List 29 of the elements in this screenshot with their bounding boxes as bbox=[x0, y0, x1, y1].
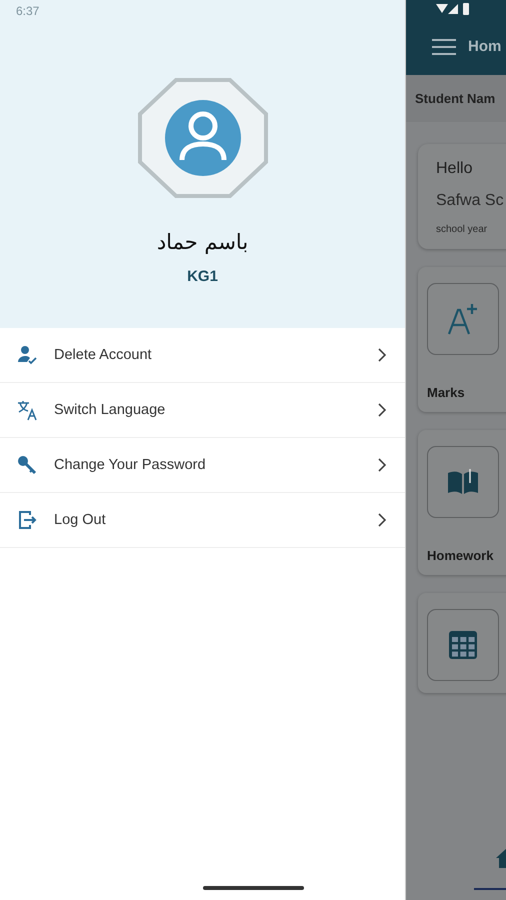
feature-card[interactable]: Marks bbox=[418, 267, 506, 412]
chevron-right-icon bbox=[377, 458, 387, 472]
chevron-right-icon bbox=[377, 348, 387, 362]
grade-label: KG1 bbox=[187, 268, 218, 285]
school-name: Safwa Sc bbox=[436, 192, 505, 210]
feature-card[interactable]: Homework bbox=[418, 430, 506, 575]
chevron-right-icon bbox=[377, 403, 387, 417]
grid-icon bbox=[446, 628, 480, 662]
menu-icon[interactable] bbox=[432, 38, 456, 54]
menu-item[interactable]: Delete Account bbox=[0, 328, 405, 383]
translate-icon bbox=[16, 399, 38, 421]
card-label: Homework bbox=[427, 548, 494, 563]
greeting-text: Hello bbox=[436, 160, 474, 178]
chevron-right-icon bbox=[377, 513, 387, 527]
logout-icon bbox=[16, 509, 38, 531]
card-label: Marks bbox=[427, 385, 466, 400]
school-year-text: school year bbox=[436, 224, 488, 235]
student-name: باسم حماد bbox=[156, 230, 248, 254]
status-icons bbox=[436, 3, 472, 15]
grade-a-plus-icon bbox=[446, 302, 480, 336]
status-time: 6:37 bbox=[16, 4, 40, 18]
toolbar-title: Hom bbox=[468, 38, 502, 55]
menu-item[interactable]: Switch Language bbox=[0, 383, 405, 438]
key-icon bbox=[16, 454, 38, 476]
avatar-icon bbox=[138, 78, 268, 198]
person-check-icon bbox=[16, 344, 38, 366]
student-name-bar: Student Nam bbox=[406, 75, 506, 122]
menu-item[interactable]: Change Your Password bbox=[0, 438, 405, 493]
menu-item[interactable]: Log Out bbox=[0, 493, 405, 548]
